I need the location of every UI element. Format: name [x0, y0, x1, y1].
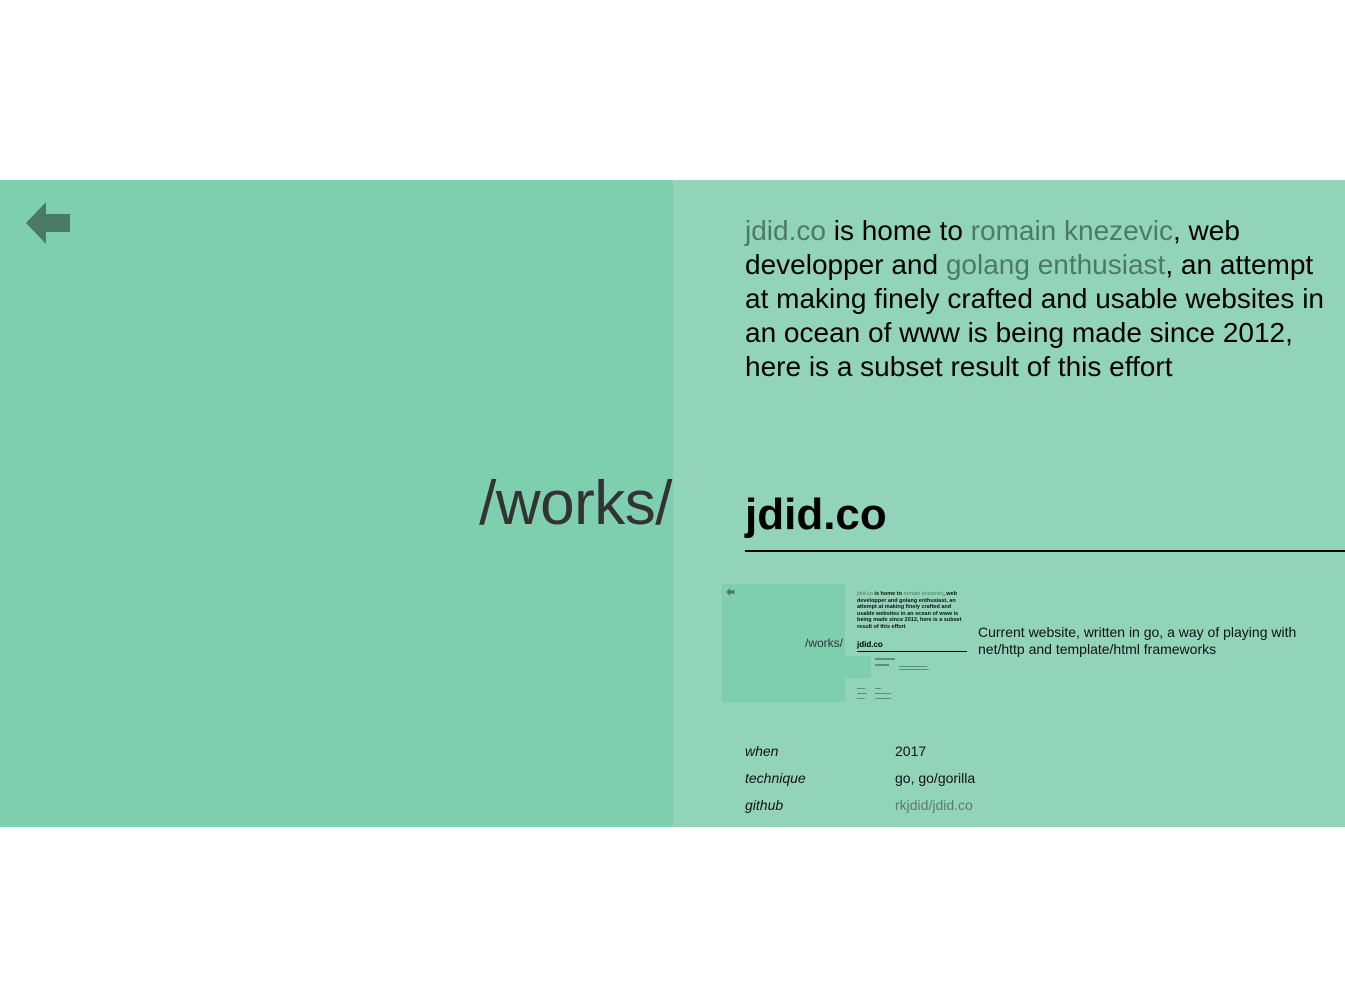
thumbnail-left-panel: /works/ — [722, 584, 845, 702]
site-link[interactable]: jdid.co — [745, 215, 826, 246]
meta-key: technique — [745, 770, 806, 786]
thumbnail-line — [857, 698, 865, 699]
right-panel: jdid.co is home to romain knezevic, web … — [673, 180, 1345, 827]
thumbnail-line — [875, 698, 891, 699]
thumbnail-line — [857, 693, 867, 694]
thumbnail-right-panel: jdid.co is home to romain knezevic, web … — [845, 584, 968, 702]
project-divider — [745, 550, 1345, 552]
thumbnail-works-title: /works/ — [804, 636, 843, 650]
thumbnail-arrow-icon — [726, 588, 735, 596]
thumbnail-line — [875, 658, 895, 660]
meta-key: github — [745, 797, 784, 813]
intro-text-part: is home to — [825, 215, 971, 246]
thumbnail-divider — [857, 651, 967, 652]
thumbnail-project-title: jdid.co — [857, 640, 883, 649]
thumbnail-line — [899, 669, 929, 670]
meta-key: when — [745, 743, 779, 759]
author-link[interactable]: romain knezevic — [971, 215, 1173, 246]
thumbnail-line — [875, 693, 891, 694]
thumbnail-line — [857, 688, 865, 689]
page-frame: /works/ jdid.co is home to romain knezev… — [0, 180, 1345, 827]
project-description: Current website, written in go, a way of… — [978, 624, 1297, 657]
left-panel: /works/ — [0, 180, 673, 827]
left-arrow-icon[interactable] — [26, 202, 70, 244]
meta-value: go, go/gorilla — [895, 770, 976, 786]
github-link[interactable]: rkjdid/jdid.co — [895, 797, 973, 813]
golang-link[interactable]: golang enthusiast — [946, 249, 1166, 280]
thumbnail-nested-preview — [845, 656, 871, 678]
thumbnail-intro-text: is home to — [872, 591, 904, 597]
thumbnail-line — [875, 688, 881, 689]
project-title: jdid.co — [745, 490, 887, 539]
thumbnail-site-link: jdid.co — [857, 591, 873, 597]
thumbnail-intro-rest: , web developper and golang enthusiast, … — [857, 591, 962, 630]
thumbnail-line — [899, 666, 927, 667]
meta-value: rkjdid/jdid.co — [895, 794, 973, 816]
intro-text: jdid.co is home to romain knezevic, web … — [745, 214, 1325, 384]
thumbnail-intro: jdid.co is home to romain knezevic, web … — [857, 591, 965, 630]
thumbnail-line — [875, 664, 889, 666]
meta-value: 2017 — [895, 743, 927, 759]
section-title: /works/ — [479, 469, 672, 538]
thumbnail-author-link: romain knezevic — [903, 591, 944, 597]
project-thumbnail[interactable]: /works/ jdid.co is home to romain knezev… — [722, 584, 968, 702]
